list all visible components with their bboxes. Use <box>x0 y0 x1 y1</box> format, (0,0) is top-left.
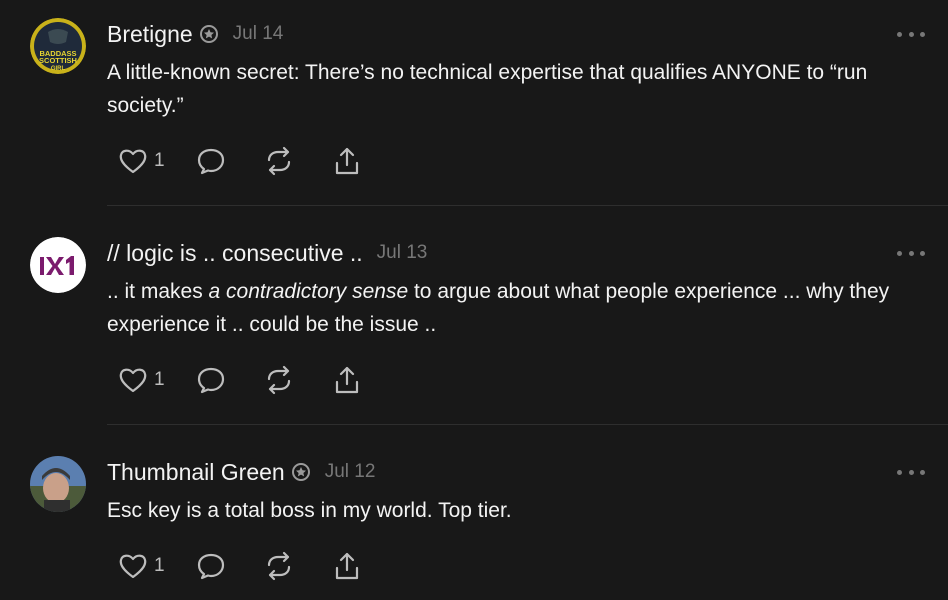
baddass-scottish-girl-avatar[interactable]: BADDASS SCOTTISH GIRL <box>30 18 86 74</box>
post-date[interactable]: Jul 14 <box>233 23 284 45</box>
repost-button[interactable] <box>264 145 294 177</box>
photo-avatar[interactable] <box>30 456 86 512</box>
feed: BADDASS SCOTTISH GIRL Bretigne Jul 14 A … <box>0 0 948 600</box>
post-date[interactable]: Jul 13 <box>377 242 428 264</box>
share-icon <box>335 366 359 394</box>
verified-badge-icon <box>199 24 219 44</box>
more-options-icon[interactable] <box>897 468 925 476</box>
repost-button[interactable] <box>264 550 294 582</box>
like-button[interactable]: 1 <box>118 550 184 582</box>
post-text: .. it makes a contradictory sense to arg… <box>107 280 890 336</box>
share-icon <box>335 552 359 580</box>
comment-icon <box>197 148 225 175</box>
action-bar: 1 <box>118 145 362 177</box>
more-options-icon[interactable] <box>897 30 925 38</box>
heart-icon <box>119 368 147 393</box>
post-header: Bretigne Jul 14 <box>107 20 283 48</box>
post-header: // logic is .. consecutive .. Jul 13 <box>107 239 427 267</box>
author-name[interactable]: // logic is .. consecutive .. <box>107 240 363 267</box>
like-count: 1 <box>154 369 165 390</box>
verified-badge-icon <box>291 462 311 482</box>
like-count: 1 <box>154 150 165 171</box>
post-text: Esc key is a total boss in my world. Top… <box>107 499 512 522</box>
share-icon <box>335 147 359 175</box>
heart-icon <box>119 149 147 174</box>
comment-icon <box>197 553 225 580</box>
share-button[interactable] <box>332 550 362 582</box>
reply-button[interactable] <box>196 550 226 582</box>
like-button[interactable]: 1 <box>118 364 184 396</box>
logo-avatar[interactable]: IX1 <box>30 237 86 293</box>
svg-text:GIRL: GIRL <box>51 66 66 72</box>
reply-button[interactable] <box>196 364 226 396</box>
comment-icon <box>197 367 225 394</box>
action-bar: 1 <box>118 550 362 582</box>
repost-icon <box>267 146 291 176</box>
post-divider <box>107 424 948 425</box>
action-bar: 1 <box>118 364 362 396</box>
repost-icon <box>267 551 291 581</box>
repost-button[interactable] <box>264 364 294 396</box>
post-divider <box>107 205 948 206</box>
repost-icon <box>267 365 291 395</box>
like-button[interactable]: 1 <box>118 145 184 177</box>
like-count: 1 <box>154 555 165 576</box>
author-name[interactable]: Bretigne <box>107 21 193 48</box>
author-name[interactable]: Thumbnail Green <box>107 459 285 486</box>
post-date[interactable]: Jul 12 <box>325 461 376 483</box>
heart-icon <box>119 554 147 579</box>
post-text: A little-known secret: There’s no techni… <box>107 61 868 117</box>
share-button[interactable] <box>332 364 362 396</box>
more-options-icon[interactable] <box>897 249 925 257</box>
svg-text:SCOTTISH: SCOTTISH <box>39 56 77 65</box>
post-header: Thumbnail Green Jul 12 <box>107 458 375 486</box>
share-button[interactable] <box>332 145 362 177</box>
reply-button[interactable] <box>196 145 226 177</box>
